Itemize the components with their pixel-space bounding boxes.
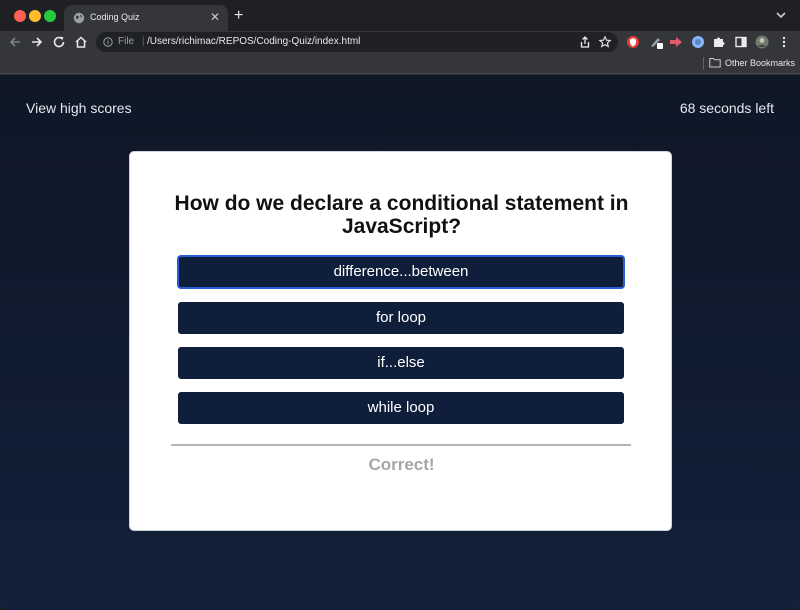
info-icon[interactable]	[103, 37, 113, 47]
forward-arrow-icon[interactable]	[29, 34, 45, 50]
maximize-window-button[interactable]	[44, 10, 56, 22]
profile-avatar-icon[interactable]	[755, 35, 769, 49]
bookmarks-divider	[703, 57, 704, 70]
answer-button-2[interactable]: for loop	[178, 302, 624, 334]
tab-strip: Coding Quiz ✕ +	[0, 0, 800, 32]
share-icon[interactable]	[578, 35, 592, 49]
home-icon[interactable]	[73, 34, 89, 50]
globe-icon	[73, 12, 85, 24]
browser-tab[interactable]: Coding Quiz ✕	[64, 5, 228, 32]
view-high-scores-link[interactable]: View high scores	[26, 100, 132, 116]
back-arrow-icon[interactable]	[7, 34, 23, 50]
more-menu-icon[interactable]	[777, 35, 791, 49]
folder-icon	[709, 58, 721, 68]
file-scheme-label: File	[118, 36, 135, 47]
chevron-down-icon[interactable]	[774, 8, 788, 22]
answer-button-4[interactable]: while loop	[178, 392, 624, 424]
close-tab-icon[interactable]: ✕	[210, 9, 220, 25]
new-tab-button[interactable]: +	[234, 6, 243, 26]
page-content: View high scores 68 seconds left How do …	[0, 75, 800, 610]
answer-button-3[interactable]: if...else	[178, 347, 624, 379]
feedback-text: Correct!	[368, 455, 435, 474]
extensions-puzzle-icon[interactable]	[712, 35, 726, 49]
extension-pen-icon[interactable]	[649, 35, 663, 49]
url-text[interactable]: /Users/richimac/REPOS/Coding-Quiz/index.…	[147, 36, 360, 47]
browser-window: Coding Quiz ✕ + File | /Users/richimac/R…	[0, 0, 800, 610]
other-bookmarks-link[interactable]: Other Bookmarks	[725, 58, 795, 68]
side-panel-icon[interactable]	[734, 35, 748, 49]
feedback-divider	[171, 444, 631, 446]
extension-shield-icon[interactable]	[626, 35, 640, 49]
bookmarks-bar: Other Bookmarks	[0, 53, 800, 74]
minimize-window-button[interactable]	[29, 10, 41, 22]
timer-text: 68 seconds left	[679, 100, 774, 116]
star-bookmark-icon[interactable]	[598, 35, 612, 49]
address-bar[interactable]: File | /Users/richimac/REPOS/Coding-Quiz…	[96, 32, 618, 52]
question-title: How do we declare a conditional statemen…	[174, 192, 629, 238]
extension-arrow-icon[interactable]	[669, 35, 683, 49]
answer-button-1[interactable]: difference...between	[178, 256, 624, 288]
tab-title: Coding Quiz	[90, 12, 140, 22]
reload-icon[interactable]	[51, 34, 67, 50]
extension-globe-icon[interactable]	[691, 35, 705, 49]
quiz-card: How do we declare a conditional statemen…	[129, 151, 672, 531]
close-window-button[interactable]	[14, 10, 26, 22]
browser-toolbar: File | /Users/richimac/REPOS/Coding-Quiz…	[0, 31, 800, 53]
url-separator: |	[142, 36, 145, 47]
